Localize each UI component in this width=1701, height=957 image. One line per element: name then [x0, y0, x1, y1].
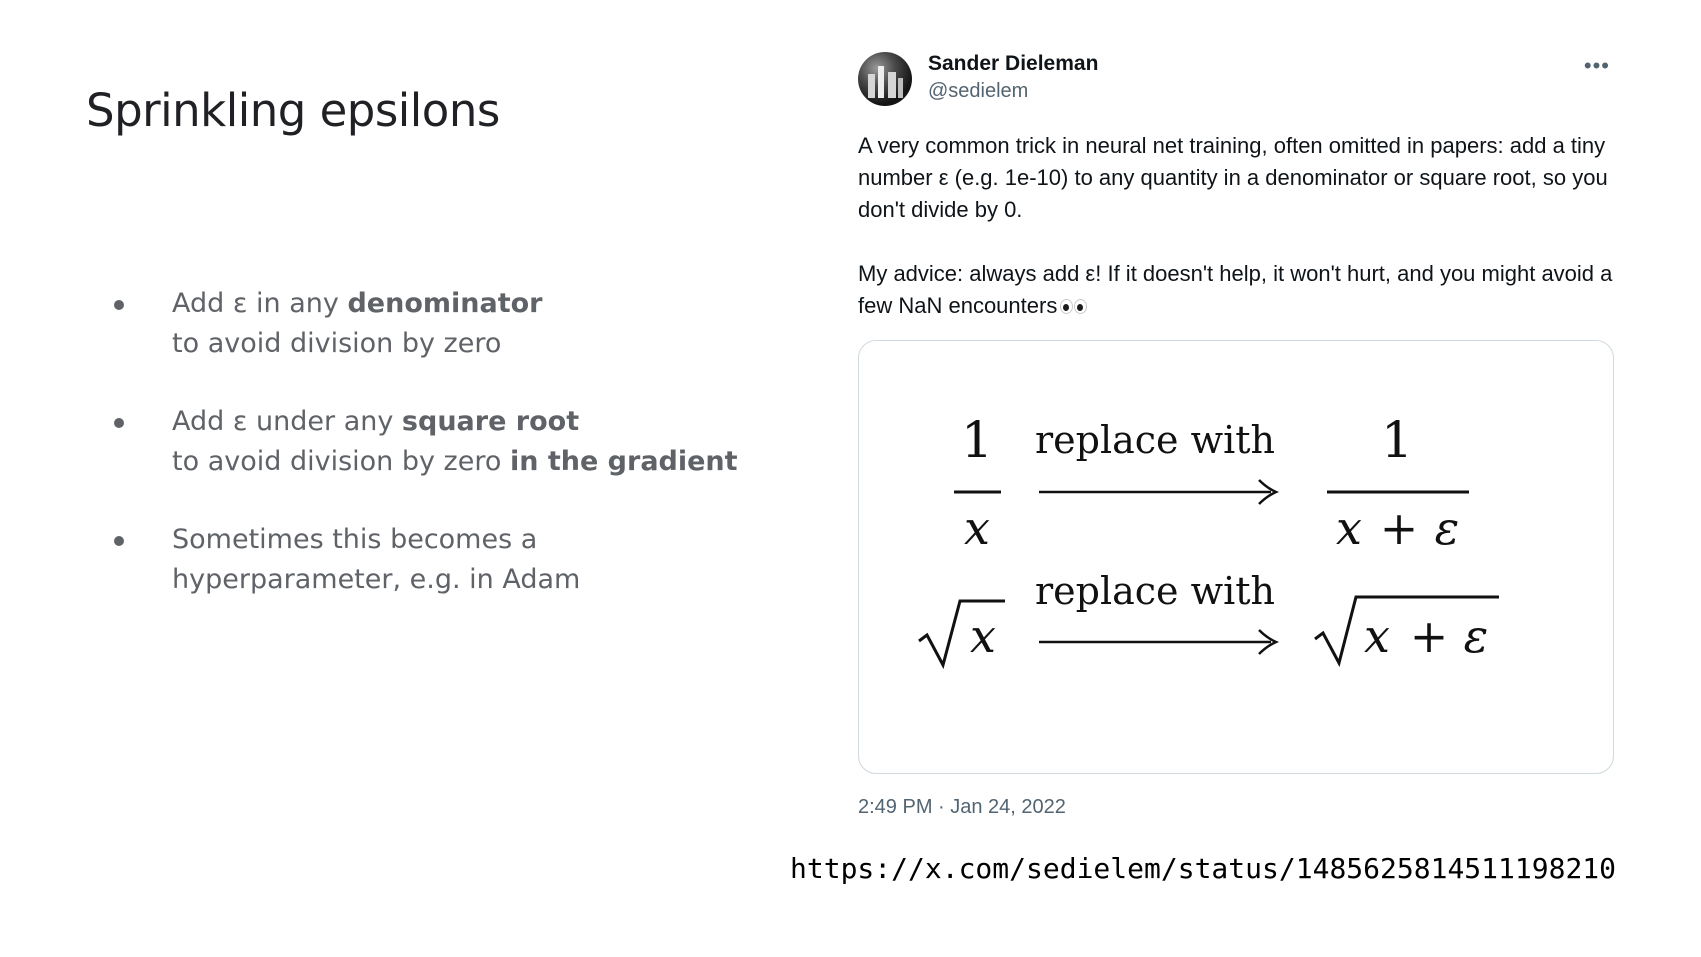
bullet-hyperparameter: Sometimes this becomes a hyperparameter,… — [108, 520, 748, 600]
slide-title: Sprinkling epsilons — [86, 84, 500, 137]
tweet-paragraph-advice: My advice: always add ε! If it doesn't h… — [858, 258, 1618, 322]
arrow-label-bottom: replace with — [1035, 569, 1275, 613]
sqrt-left-arg: x — [970, 609, 996, 663]
frac-left-denominator: x — [964, 501, 990, 555]
author-name[interactable]: Sander Dieleman — [928, 52, 1098, 76]
bullet-dot-icon — [114, 536, 124, 546]
bullet-text: to avoid division by zero — [172, 446, 510, 477]
arrow-label-top: replace with — [1035, 418, 1275, 462]
bullet-emphasis: denominator — [347, 288, 543, 319]
frac-right-numerator: 1 — [1381, 411, 1413, 469]
bullet-emphasis: in the gradient — [509, 446, 738, 477]
bullet-dot-icon — [114, 300, 124, 310]
tweet-paragraph-text: My advice: always add ε! If it doesn't h… — [858, 261, 1613, 318]
bullet-emphasis: square root — [401, 406, 580, 437]
frac-right-den-plus: + — [1380, 501, 1419, 555]
bullet-text: Add ε under any — [172, 406, 402, 437]
epsilon-formula-image: 1 x replace with 1 x + ε x replace with … — [918, 411, 1499, 670]
avatar[interactable] — [858, 52, 912, 106]
bullet-list: Add ε in any denominator to avoid divisi… — [108, 284, 748, 638]
more-icon[interactable]: ••• — [1584, 55, 1610, 77]
bullet-text: Add ε in any — [172, 288, 348, 319]
sqrt-right-x: x — [1364, 609, 1390, 663]
sqrt-right-eps: ε — [1464, 609, 1489, 663]
bullet-text: Sometimes this becomes a — [172, 524, 538, 555]
frac-right-den-x: x — [1336, 501, 1362, 555]
tweet-image[interactable]: 1 x replace with 1 x + ε x replace with … — [858, 340, 1614, 774]
bullet-denominator: Add ε in any denominator to avoid divisi… — [108, 284, 748, 364]
bullet-square-root: Add ε under any square root to avoid div… — [108, 402, 748, 482]
bullet-dot-icon — [114, 418, 124, 428]
eyes-icon — [1059, 297, 1089, 315]
frac-right-den-eps: ε — [1435, 501, 1460, 555]
tweet-body: A very common trick in neural net traini… — [858, 130, 1618, 354]
bullet-text: to avoid division by zero — [172, 328, 502, 359]
tweet-paragraph: A very common trick in neural net traini… — [858, 133, 1608, 222]
sqrt-right-plus: + — [1410, 609, 1449, 663]
bullet-text: hyperparameter, e.g. in Adam — [172, 564, 581, 595]
source-url: https://x.com/sedielem/status/1485625814… — [790, 852, 1617, 885]
frac-left-numerator: 1 — [961, 411, 993, 469]
tweet-timestamp[interactable]: 2:49 PM · Jan 24, 2022 — [858, 796, 1066, 819]
author-handle[interactable]: @sedielem — [928, 80, 1028, 103]
